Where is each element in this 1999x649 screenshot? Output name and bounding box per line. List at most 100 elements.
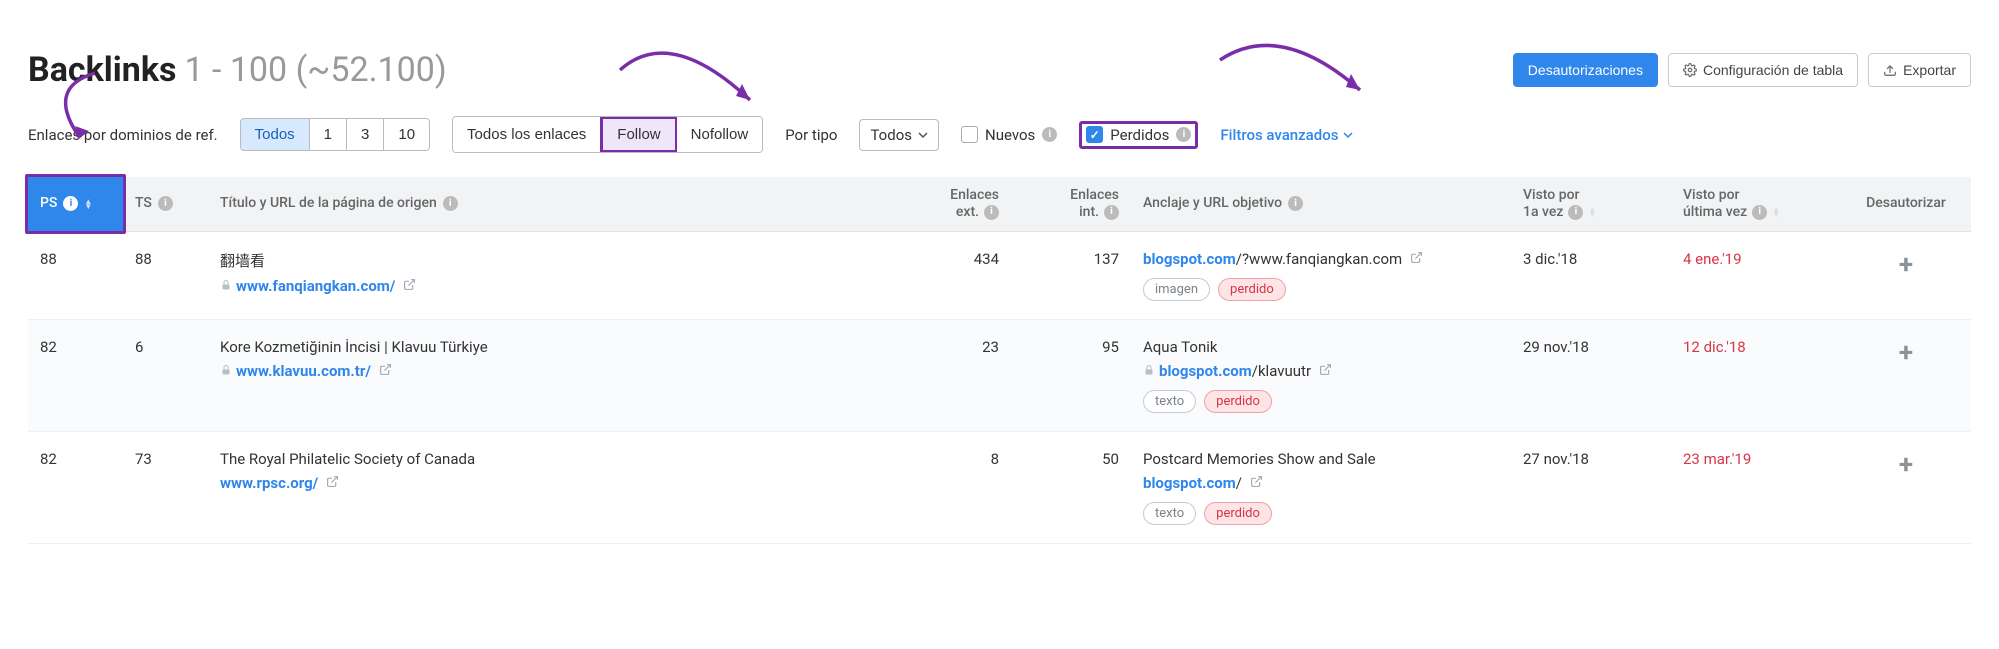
source-title: The Royal Philatelic Society of Canada bbox=[220, 450, 879, 468]
external-link-icon bbox=[403, 278, 416, 291]
cell-ts: 88 bbox=[123, 231, 208, 319]
advanced-filters-link[interactable]: Filtros avanzados bbox=[1220, 126, 1353, 144]
ref-opt-3[interactable]: 3 bbox=[347, 119, 384, 150]
cell-last-seen: 23 mar.'19 bbox=[1671, 431, 1841, 543]
cell-int: 137 bbox=[1011, 231, 1131, 319]
target-url[interactable]: blogspot.com/ bbox=[1143, 474, 1499, 492]
info-icon: i bbox=[1104, 205, 1119, 220]
col-first-seen[interactable]: Visto por 1a vez i ▲▼ bbox=[1511, 177, 1671, 231]
cell-title: 翻墙看 www.fanqiangkan.com/ bbox=[208, 231, 891, 319]
tag-lost: perdido bbox=[1204, 502, 1272, 525]
ref-domains-label: Enlaces por dominios de ref. bbox=[28, 126, 218, 144]
cell-anchor: Aqua Tonik blogspot.com/klavuutr texto per… bbox=[1131, 319, 1511, 431]
anchor-text: Postcard Memories Show and Sale bbox=[1143, 450, 1499, 468]
cell-ext: 434 bbox=[891, 231, 1011, 319]
anchor-text: Aqua Tonik bbox=[1143, 338, 1499, 356]
chevron-down-icon bbox=[918, 130, 928, 140]
ref-opt-10[interactable]: 10 bbox=[384, 119, 429, 150]
gear-icon bbox=[1683, 63, 1697, 77]
ref-domains-seg: Todos 1 3 10 bbox=[240, 118, 430, 151]
link-opt-all[interactable]: Todos los enlaces bbox=[453, 117, 601, 152]
info-icon: i bbox=[1752, 205, 1767, 220]
info-icon: i bbox=[1288, 196, 1303, 211]
source-url[interactable]: www.fanqiangkan.com/ bbox=[220, 277, 879, 295]
checkbox-box bbox=[961, 126, 978, 143]
col-anchor-label: Anclaje y URL objetivo bbox=[1143, 195, 1282, 212]
info-icon: i bbox=[1176, 127, 1191, 142]
col-ts[interactable]: TS i bbox=[123, 177, 208, 231]
cell-ts: 73 bbox=[123, 431, 208, 543]
lock-icon bbox=[1143, 364, 1155, 376]
source-title: 翻墙看 bbox=[220, 250, 879, 271]
lock-icon bbox=[220, 364, 232, 376]
table-row: 8273The Royal Philatelic Society of Cana… bbox=[28, 431, 1971, 543]
target-url[interactable]: blogspot.com/?www.fanqiangkan.com bbox=[1143, 250, 1499, 268]
ref-opt-todos[interactable]: Todos bbox=[241, 119, 310, 150]
source-url[interactable]: www.klavuu.com.tr/ bbox=[220, 362, 879, 380]
tag-lost: perdido bbox=[1204, 390, 1272, 413]
col-last-l2: última vez bbox=[1683, 204, 1747, 221]
cell-disavow: + bbox=[1841, 319, 1971, 431]
col-title-url[interactable]: Título y URL de la página de origen i bbox=[208, 177, 891, 231]
col-disavow: Desautorizar bbox=[1841, 177, 1971, 231]
backlinks-table: PS i ▲▼ TS i Título y URL de la página d… bbox=[28, 177, 1971, 544]
col-ext-links[interactable]: Enlaces ext. i bbox=[891, 177, 1011, 231]
info-icon: i bbox=[1568, 205, 1583, 220]
col-anchor[interactable]: Anclaje y URL objetivo i bbox=[1131, 177, 1511, 231]
add-disavow-button[interactable]: + bbox=[1853, 450, 1959, 480]
new-checkbox[interactable]: Nuevos i bbox=[961, 126, 1057, 144]
page-title-wrap: Backlinks 1 - 100 (~52.100) bbox=[28, 50, 447, 90]
table-config-button[interactable]: Configuración de tabla bbox=[1668, 53, 1858, 87]
export-button[interactable]: Exportar bbox=[1868, 53, 1971, 87]
col-first-l2: 1a vez bbox=[1523, 204, 1563, 221]
external-link-icon bbox=[1250, 475, 1263, 488]
sort-icon: ▲▼ bbox=[1772, 207, 1780, 217]
cell-ps: 82 bbox=[28, 431, 123, 543]
cell-int: 50 bbox=[1011, 431, 1131, 543]
cell-int: 95 bbox=[1011, 319, 1131, 431]
ref-opt-1[interactable]: 1 bbox=[310, 119, 347, 150]
col-ps[interactable]: PS i ▲▼ bbox=[28, 177, 123, 231]
cell-ps: 82 bbox=[28, 319, 123, 431]
info-icon: i bbox=[63, 196, 78, 211]
sort-icon: ▲▼ bbox=[1588, 207, 1596, 217]
col-last-seen[interactable]: Visto por última vez i ▲▼ bbox=[1671, 177, 1841, 231]
page-range: 1 - 100 (~52.100) bbox=[184, 50, 446, 90]
col-ps-label: PS bbox=[40, 195, 57, 212]
col-first-l1: Visto por bbox=[1523, 187, 1596, 204]
lost-checkbox[interactable]: Perdidos i bbox=[1086, 126, 1191, 144]
cell-ext: 23 bbox=[891, 319, 1011, 431]
col-int-l1: Enlaces bbox=[1070, 187, 1119, 204]
cell-first-seen: 27 nov.'18 bbox=[1511, 431, 1671, 543]
checkbox-box bbox=[1086, 126, 1103, 143]
sort-icon: ▲▼ bbox=[84, 199, 92, 209]
source-title: Kore Kozmetiğinin İncisi | Klavuu Türkiy… bbox=[220, 338, 879, 356]
cell-ext: 8 bbox=[891, 431, 1011, 543]
info-icon: i bbox=[158, 196, 173, 211]
type-select[interactable]: Todos bbox=[859, 119, 939, 151]
cell-anchor: blogspot.com/?www.fanqiangkan.com imagen… bbox=[1131, 231, 1511, 319]
info-icon: i bbox=[1042, 127, 1057, 142]
cell-title: The Royal Philatelic Society of Canada ww… bbox=[208, 431, 891, 543]
source-url[interactable]: www.rpsc.org/ bbox=[220, 474, 879, 492]
add-disavow-button[interactable]: + bbox=[1853, 250, 1959, 280]
col-title-label: Título y URL de la página de origen bbox=[220, 195, 437, 212]
type-select-value: Todos bbox=[870, 126, 912, 144]
link-opt-follow[interactable]: Follow bbox=[600, 116, 677, 153]
disavow-button[interactable]: Desautorizaciones bbox=[1513, 53, 1658, 87]
col-dis-label: Desautorizar bbox=[1866, 195, 1946, 212]
col-int-links[interactable]: Enlaces int. i bbox=[1011, 177, 1131, 231]
cell-first-seen: 29 nov.'18 bbox=[1511, 319, 1671, 431]
table-config-label: Configuración de tabla bbox=[1703, 62, 1843, 78]
lost-label: Perdidos bbox=[1110, 126, 1169, 144]
export-icon bbox=[1883, 63, 1897, 77]
add-disavow-button[interactable]: + bbox=[1853, 338, 1959, 368]
col-last-l1: Visto por bbox=[1683, 187, 1780, 204]
link-opt-nofollow[interactable]: Nofollow bbox=[677, 117, 763, 152]
target-url[interactable]: blogspot.com/klavuutr bbox=[1143, 362, 1499, 380]
cell-ts: 6 bbox=[123, 319, 208, 431]
tag-type: texto bbox=[1143, 390, 1196, 413]
col-ts-label: TS bbox=[135, 195, 152, 212]
advanced-filters-label: Filtros avanzados bbox=[1220, 126, 1338, 144]
tag-type: texto bbox=[1143, 502, 1196, 525]
